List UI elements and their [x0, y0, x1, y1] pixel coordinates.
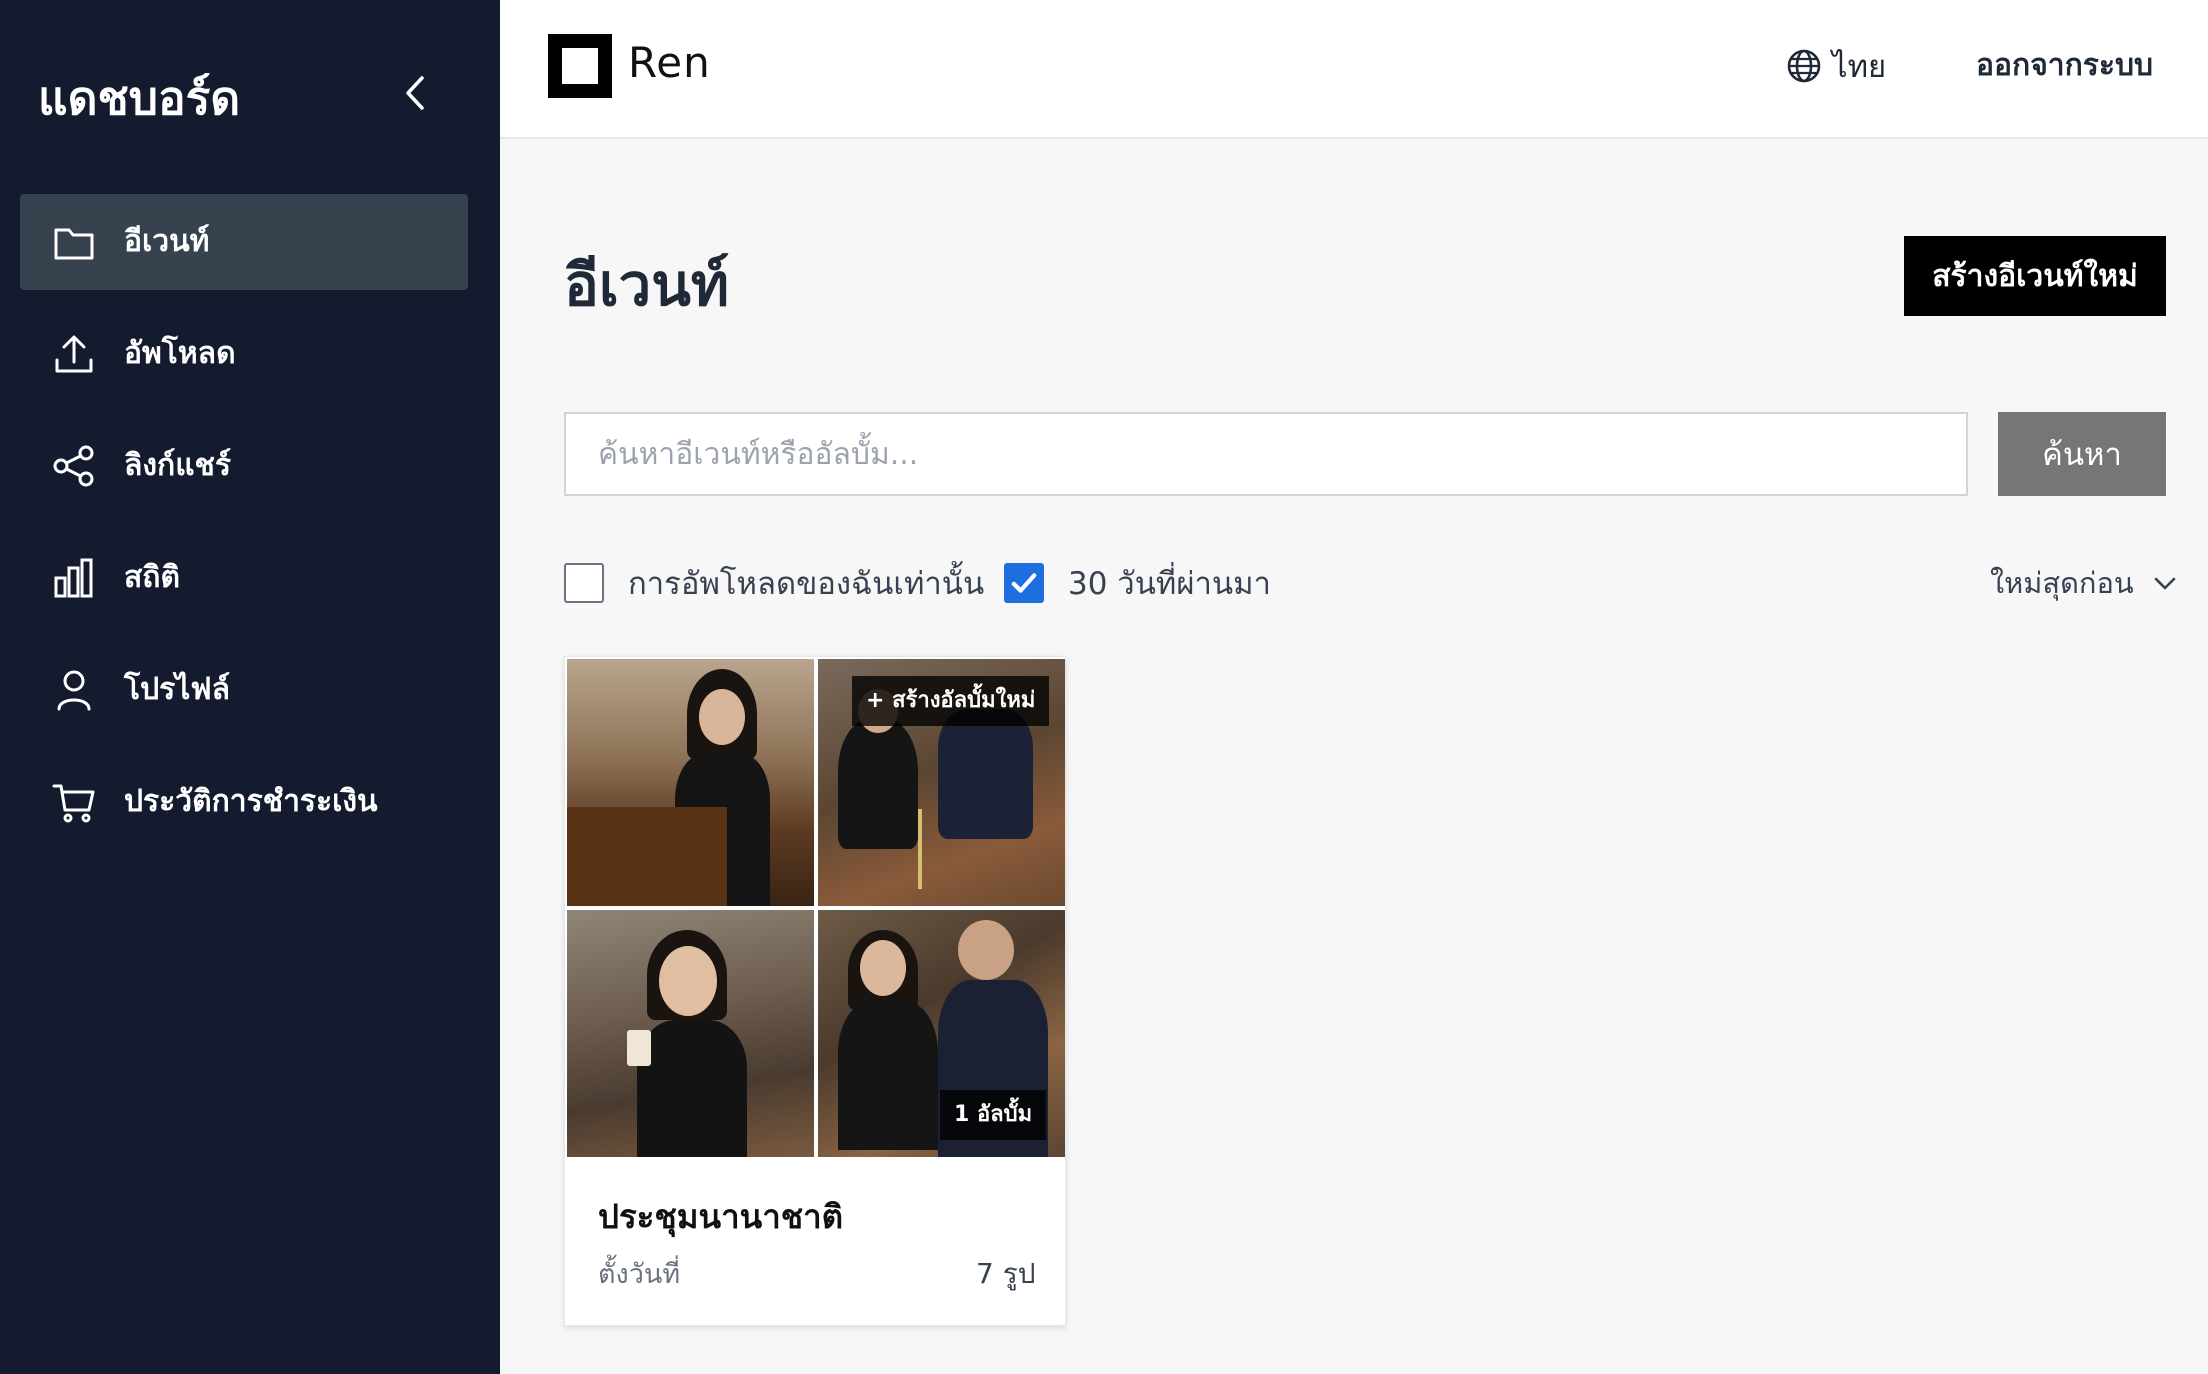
language-label: ไทย — [1832, 49, 1887, 85]
event-photo-grid — [567, 659, 1065, 1157]
event-photo — [567, 659, 814, 906]
event-title: ประชุมนานาชาติ — [598, 1197, 844, 1236]
checkmark-icon — [1011, 573, 1037, 593]
album-count-badge: 1 อัลบั้ม — [940, 1090, 1047, 1140]
logo-text: Ren — [628, 38, 711, 87]
sidebar-item-events[interactable]: อีเวนท์ — [20, 194, 468, 290]
cart-icon — [52, 784, 95, 823]
filter-label: 30 วันที่ผ่านมา — [1068, 566, 1271, 602]
logout-link[interactable]: ออกจากระบบ — [1976, 44, 2153, 88]
chevron-left-icon — [406, 76, 424, 110]
share-icon — [53, 445, 94, 487]
search-button[interactable]: ค้นหา — [1998, 412, 2166, 496]
create-event-button[interactable]: สร้างอีเวนท์ใหม่ — [1904, 236, 2166, 316]
folder-icon — [54, 228, 94, 260]
sidebar-item-statistics[interactable]: สถิติ — [20, 530, 468, 626]
sidebar-item-label: โปรไฟล์ — [124, 672, 230, 707]
dashboard-title: แดชบอร์ด — [38, 71, 241, 125]
upload-icon — [55, 335, 93, 373]
bar-chart-icon — [54, 558, 93, 598]
sidebar-item-label: อีเวนท์ — [124, 224, 210, 259]
sidebar-item-payment-history[interactable]: ประวัติการชำระเงิน — [20, 754, 468, 850]
chevron-down-icon — [2154, 577, 2176, 590]
photo-count: 7 รูป — [976, 1257, 1036, 1290]
top-bar: Ren ไทย ออกจากระบบ — [500, 0, 2208, 139]
collapse-sidebar-button[interactable] — [398, 70, 434, 116]
event-date-label: ตั้งวันที่ — [598, 1259, 681, 1290]
sidebar: แดชบอร์ด อีเวนท์ อัพโหลด ลิงก์แชร์ สถิติ… — [0, 0, 500, 1374]
event-photo — [567, 910, 814, 1157]
create-album-button[interactable]: + สร้างอัลบั้มใหม่ — [852, 676, 1050, 726]
globe-icon — [1787, 49, 1821, 83]
search-input[interactable] — [564, 412, 1968, 496]
sidebar-item-label: ลิงก์แชร์ — [124, 448, 232, 483]
sort-dropdown[interactable]: ใหม่สุดก่อน — [1990, 562, 2178, 604]
sidebar-item-profile[interactable]: โปรไฟล์ — [20, 642, 468, 738]
my-uploads-checkbox[interactable] — [564, 563, 604, 603]
last-30-days-checkbox[interactable] — [1004, 563, 1044, 603]
sidebar-item-share-links[interactable]: ลิงก์แชร์ — [20, 418, 468, 514]
filter-last-30-days[interactable]: 30 วันที่ผ่านมา — [1004, 562, 1271, 604]
sidebar-item-label: ประวัติการชำระเงิน — [124, 784, 378, 819]
page-title: อีเวนท์ — [564, 251, 730, 319]
sidebar-item-label: สถิติ — [124, 560, 180, 595]
filter-label: การอัพโหลดของฉันเท่านั้น — [628, 566, 985, 602]
language-selector[interactable]: ไทย — [1786, 44, 1886, 88]
filter-my-uploads[interactable]: การอัพโหลดของฉันเท่านั้น — [564, 562, 984, 604]
sort-label: ใหม่สุดก่อน — [1990, 566, 2134, 600]
sidebar-item-label: อัพโหลด — [124, 336, 236, 371]
logo-icon — [548, 34, 612, 98]
user-icon — [57, 670, 91, 711]
sidebar-item-upload[interactable]: อัพโหลด — [20, 306, 468, 402]
